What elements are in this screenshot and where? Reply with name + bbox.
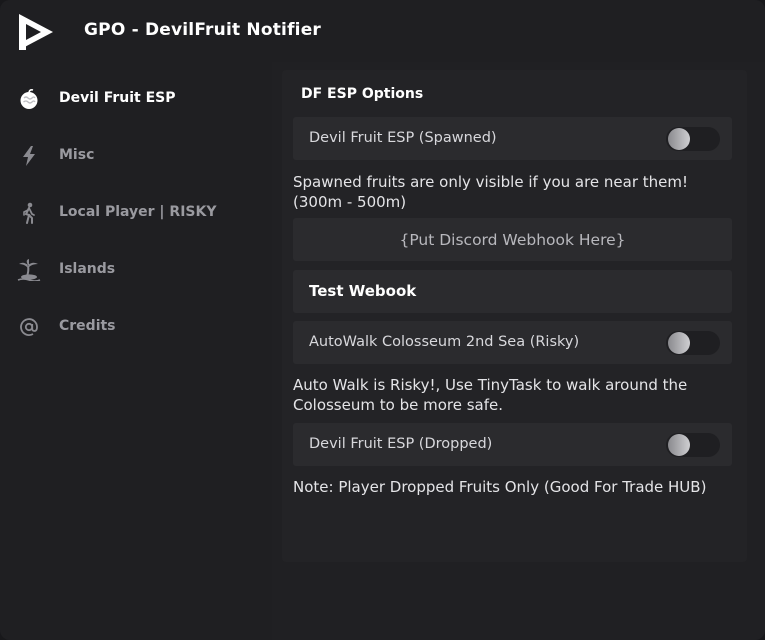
sidebar-item-label: Devil Fruit ESP xyxy=(59,90,176,106)
sidebar-item-label: Credits xyxy=(59,318,116,334)
app-window: GPO - DevilFruit Notifier Devil Fruit ES… xyxy=(0,0,765,640)
section-title: DF ESP Options xyxy=(301,86,424,102)
toggle-knob xyxy=(668,332,690,354)
sidebar-item-credits[interactable]: Credits xyxy=(0,307,272,347)
discord-webhook-input[interactable] xyxy=(293,218,732,261)
toggle-label: AutoWalk Colosseum 2nd Sea (Risky) xyxy=(309,334,580,350)
df-esp-dropped-toggle[interactable] xyxy=(666,433,720,457)
sidebar-item-label: Islands xyxy=(59,261,116,277)
toggle-knob xyxy=(668,434,690,456)
toggle-row-df-esp-dropped: Devil Fruit ESP (Dropped) xyxy=(293,423,732,466)
test-webhook-label: Test Webook xyxy=(309,282,417,300)
island-icon xyxy=(17,258,41,282)
play-logo-icon xyxy=(19,14,53,50)
dropped-note-text: Note: Player Dropped Fruits Only (Good F… xyxy=(293,478,707,496)
spawned-note-text: Spawned fruits are only visible if you a… xyxy=(293,173,689,211)
lightning-icon xyxy=(17,144,41,168)
toggle-row-df-esp-spawned: Devil Fruit ESP (Spawned) xyxy=(293,117,732,160)
title-bar: GPO - DevilFruit Notifier xyxy=(0,0,765,62)
toggle-row-autowalk-colosseum: AutoWalk Colosseum 2nd Sea (Risky) xyxy=(293,321,732,364)
toggle-knob xyxy=(668,128,690,150)
toggle-label: Devil Fruit ESP (Dropped) xyxy=(309,436,493,452)
app-title: GPO - DevilFruit Notifier xyxy=(84,20,322,40)
toggle-label: Devil Fruit ESP (Spawned) xyxy=(309,130,497,146)
sidebar-item-devil-fruit-esp[interactable]: Devil Fruit ESP xyxy=(0,79,272,119)
sidebar-item-misc[interactable]: Misc xyxy=(0,136,272,176)
fruit-icon xyxy=(17,87,41,111)
sidebar-item-label: Misc xyxy=(59,147,95,163)
walking-person-icon xyxy=(17,201,41,225)
sidebar: Devil Fruit ESP Misc Local Player | RISK… xyxy=(0,62,272,640)
test-webhook-button[interactable]: Test Webook xyxy=(293,270,732,313)
autowalk-note-text: Auto Walk is Risky!, Use TinyTask to wal… xyxy=(293,376,688,414)
sidebar-item-label: Local Player | RISKY xyxy=(59,204,217,220)
autowalk-colosseum-toggle[interactable] xyxy=(666,331,720,355)
df-esp-spawned-toggle[interactable] xyxy=(666,127,720,151)
sidebar-item-local-player[interactable]: Local Player | RISKY xyxy=(0,193,272,233)
sidebar-item-islands[interactable]: Islands xyxy=(0,250,272,290)
at-sign-icon xyxy=(17,315,41,339)
